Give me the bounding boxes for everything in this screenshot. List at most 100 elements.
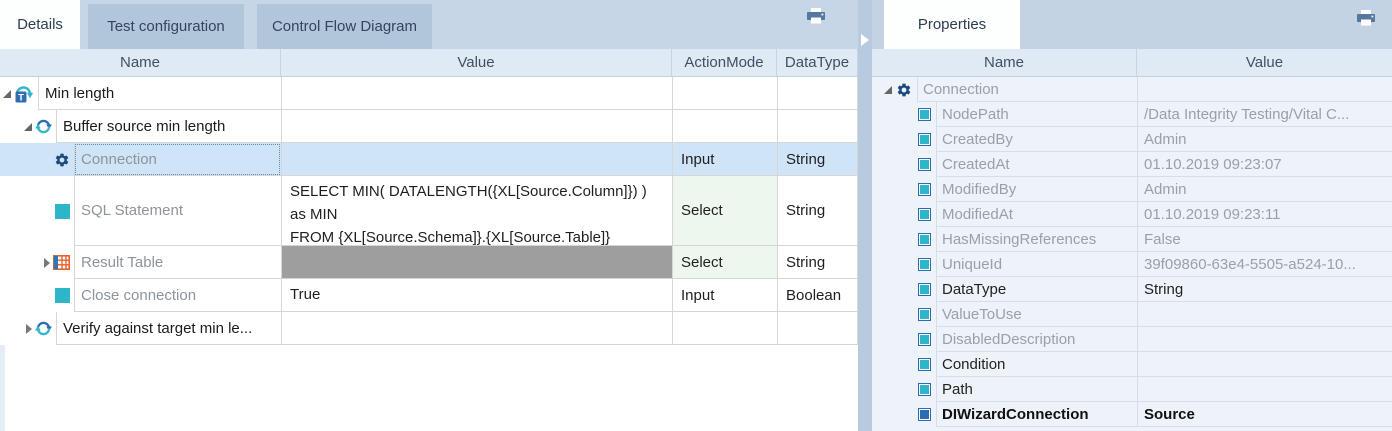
property-row[interactable]: CreatedAt01.10.2019 09:23:07 bbox=[872, 152, 1392, 177]
printer-icon[interactable] bbox=[805, 8, 827, 29]
property-value-cell[interactable] bbox=[1137, 377, 1392, 402]
property-name-cell[interactable]: Path bbox=[936, 377, 1137, 402]
data-type-cell[interactable] bbox=[777, 110, 858, 143]
row-value-cell[interactable] bbox=[281, 110, 672, 143]
property-value-cell[interactable]: Admin bbox=[1137, 127, 1392, 152]
property-name-cell[interactable]: ModifiedAt bbox=[936, 202, 1137, 227]
row-value-cell[interactable]: SELECT MIN( DATALENGTH({XL[Source.Column… bbox=[281, 176, 672, 246]
refresh-icon bbox=[35, 320, 52, 337]
data-type-cell[interactable] bbox=[777, 77, 858, 110]
table-row[interactable]: Connection InputString bbox=[0, 143, 858, 176]
column-header-name[interactable]: Name bbox=[0, 49, 281, 76]
column-header-datatype[interactable]: DataType bbox=[777, 49, 858, 76]
property-row[interactable]: Connection bbox=[872, 77, 1392, 102]
property-name-cell[interactable]: Connection bbox=[917, 77, 1137, 102]
action-mode-cell[interactable]: Input bbox=[672, 143, 777, 176]
property-row[interactable]: CreatedByAdmin bbox=[872, 127, 1392, 152]
property-value-cell[interactable]: Source bbox=[1137, 402, 1392, 427]
property-name-cell[interactable]: CreatedAt bbox=[936, 152, 1137, 177]
property-name-cell[interactable]: DisabledDescription bbox=[936, 327, 1137, 352]
property-name-cell[interactable]: DIWizardConnection bbox=[936, 402, 1137, 427]
action-mode-cell[interactable] bbox=[672, 77, 777, 110]
property-value-cell[interactable]: 01.10.2019 09:23:07 bbox=[1137, 152, 1392, 177]
expander-icon[interactable] bbox=[884, 86, 892, 94]
property-row[interactable]: ModifiedByAdmin bbox=[872, 177, 1392, 202]
printer-icon[interactable] bbox=[1355, 10, 1377, 31]
tab-test-configuration[interactable]: Test configuration bbox=[88, 4, 244, 49]
expander-icon[interactable] bbox=[44, 258, 50, 268]
action-mode-cell[interactable]: Select bbox=[672, 246, 777, 279]
property-row[interactable]: NodePath/Data Integrity Testing/Vital C.… bbox=[872, 102, 1392, 127]
table-row[interactable]: Result Table SelectString bbox=[0, 246, 858, 279]
property-row[interactable]: Condition bbox=[872, 352, 1392, 377]
row-value-cell[interactable] bbox=[281, 77, 672, 110]
property-name-cell[interactable]: HasMissingReferences bbox=[936, 227, 1137, 252]
property-row[interactable]: DisabledDescription bbox=[872, 327, 1392, 352]
row-value-cell[interactable] bbox=[281, 246, 672, 279]
property-row[interactable]: ValueToUse bbox=[872, 302, 1392, 327]
table-row[interactable]: Buffer source min length bbox=[0, 110, 858, 143]
property-row[interactable]: UniqueId39f09860-63e4-5505-a524-10... bbox=[872, 252, 1392, 277]
expander-icon[interactable] bbox=[3, 90, 11, 98]
column-header-actionmode[interactable]: ActionMode bbox=[672, 49, 777, 76]
expander-icon[interactable] bbox=[24, 123, 32, 131]
property-row[interactable]: HasMissingReferencesFalse bbox=[872, 227, 1392, 252]
row-name-cell[interactable]: Result Table bbox=[74, 246, 281, 279]
property-row[interactable]: DIWizardConnectionSource bbox=[872, 402, 1392, 427]
tab-details[interactable]: Details bbox=[0, 0, 80, 49]
table-row[interactable]: SQL StatementSELECT MIN( DATALENGTH({XL[… bbox=[0, 176, 858, 246]
property-row[interactable]: Path bbox=[872, 377, 1392, 402]
property-name-cell[interactable]: ValueToUse bbox=[936, 302, 1137, 327]
property-value-cell[interactable]: /Data Integrity Testing/Vital C... bbox=[1137, 102, 1392, 127]
module-attribute-icon bbox=[55, 204, 70, 219]
property-row[interactable]: DataTypeString bbox=[872, 277, 1392, 302]
action-mode-cell[interactable]: Select bbox=[672, 176, 777, 246]
property-name-cell[interactable]: Condition bbox=[936, 352, 1137, 377]
property-value-cell[interactable]: Admin bbox=[1137, 177, 1392, 202]
column-header-value[interactable]: Value bbox=[1137, 49, 1392, 76]
data-type-cell[interactable]: String bbox=[777, 176, 858, 246]
tab-control-flow-diagram[interactable]: Control Flow Diagram bbox=[257, 4, 432, 49]
data-type-cell[interactable]: Boolean bbox=[777, 279, 858, 312]
row-name-cell[interactable]: SQL Statement bbox=[74, 176, 281, 246]
row-value-cell[interactable] bbox=[281, 143, 672, 176]
table-row[interactable]: Close connectionTrueInputBoolean bbox=[0, 279, 858, 312]
table-row[interactable]: TMin length bbox=[0, 77, 858, 110]
column-header-value[interactable]: Value bbox=[281, 49, 672, 76]
property-value-cell[interactable]: 01.10.2019 09:23:11 bbox=[1137, 202, 1392, 227]
property-name-cell[interactable]: UniqueId bbox=[936, 252, 1137, 277]
property-row[interactable]: ModifiedAt01.10.2019 09:23:11 bbox=[872, 202, 1392, 227]
property-value-cell[interactable] bbox=[1137, 352, 1392, 377]
data-type-cell[interactable]: String bbox=[777, 246, 858, 279]
row-name-cell[interactable]: Connection bbox=[74, 143, 281, 176]
row-value-cell[interactable] bbox=[281, 312, 672, 345]
property-value-cell[interactable] bbox=[1137, 77, 1392, 102]
action-mode-cell[interactable] bbox=[672, 110, 777, 143]
property-name-cell[interactable]: CreatedBy bbox=[936, 127, 1137, 152]
property-value-cell[interactable] bbox=[1137, 302, 1392, 327]
expander-icon[interactable] bbox=[26, 324, 32, 334]
property-value-cell[interactable] bbox=[1137, 327, 1392, 352]
collapse-panel-arrow-icon[interactable] bbox=[861, 34, 869, 46]
row-name-cell[interactable]: Verify against target min le... bbox=[56, 312, 281, 345]
property-value-cell[interactable]: String bbox=[1137, 277, 1392, 302]
row-name-cell[interactable]: Min length bbox=[38, 77, 281, 110]
panel-splitter[interactable] bbox=[858, 0, 872, 431]
property-name-cell[interactable]: NodePath bbox=[936, 102, 1137, 127]
row-value-cell[interactable]: True bbox=[281, 279, 672, 312]
tab-properties[interactable]: Properties bbox=[884, 0, 1020, 49]
action-mode-cell[interactable] bbox=[672, 312, 777, 345]
row-name-cell[interactable]: Close connection bbox=[74, 279, 281, 312]
data-type-cell[interactable] bbox=[777, 312, 858, 345]
property-name-cell[interactable]: ModifiedBy bbox=[936, 177, 1137, 202]
property-value-cell[interactable]: 39f09860-63e4-5505-a524-10... bbox=[1137, 252, 1392, 277]
row-name-cell[interactable]: Buffer source min length bbox=[56, 110, 281, 143]
table-icon bbox=[53, 255, 70, 270]
properties-table-header: Name Value bbox=[872, 49, 1392, 77]
table-row[interactable]: Verify against target min le... bbox=[0, 312, 858, 345]
property-value-cell[interactable]: False bbox=[1137, 227, 1392, 252]
property-name-cell[interactable]: DataType bbox=[936, 277, 1137, 302]
data-type-cell[interactable]: String bbox=[777, 143, 858, 176]
column-header-name[interactable]: Name bbox=[872, 49, 1137, 76]
action-mode-cell[interactable]: Input bbox=[672, 279, 777, 312]
